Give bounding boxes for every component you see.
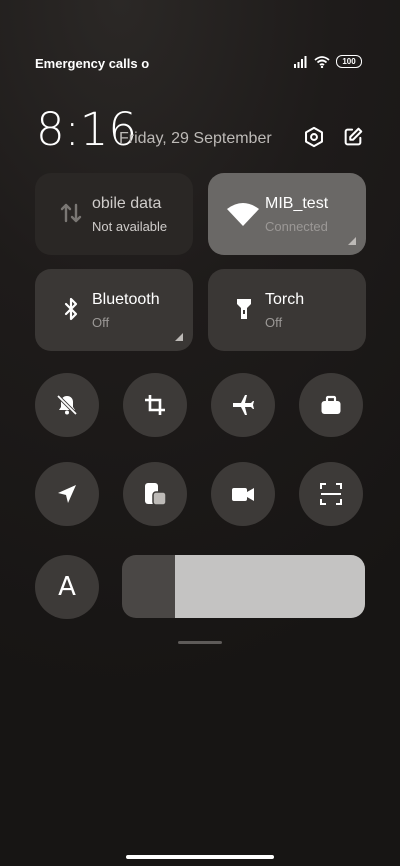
torch-status: Off (265, 315, 283, 330)
edit-icon[interactable] (342, 126, 364, 148)
wifi-expand-indicator[interactable] (348, 237, 356, 245)
bluetooth-icon (64, 297, 78, 321)
bluetooth-tile[interactable]: Bluetooth Off (35, 269, 193, 351)
floating-window-icon (145, 483, 167, 506)
wifi-tile[interactable]: MIB_test Connected (208, 173, 366, 255)
status-icons: 100 (294, 55, 362, 68)
brightness-level-fill[interactable] (175, 555, 365, 618)
carrier-status: Emergency calls o (35, 56, 150, 71)
screenshot-crop-icon (145, 395, 165, 415)
bluetooth-status: Off (92, 315, 110, 330)
torch-tile[interactable]: Torch Off (208, 269, 366, 351)
bluetooth-expand-indicator[interactable] (175, 333, 183, 341)
wifi-icon (227, 203, 259, 226)
scanner-toggle[interactable] (299, 462, 363, 526)
signal-icon (294, 55, 307, 68)
brightness-slider[interactable] (122, 555, 365, 618)
settings-icon[interactable] (303, 126, 325, 148)
location-icon (58, 485, 76, 503)
torch-icon (237, 299, 251, 319)
scanner-icon (320, 483, 342, 505)
wifi-status-icon (314, 55, 330, 68)
status-bar: Emergency calls o 100 (0, 52, 400, 76)
airplane-mode-toggle[interactable] (211, 373, 275, 437)
mobile-data-label: obile data (92, 195, 162, 212)
location-toggle[interactable] (35, 462, 99, 526)
wifi-status: Connected (265, 219, 328, 234)
battery-indicator: 100 (336, 55, 362, 68)
mobile-data-icon (60, 203, 82, 223)
floating-window-toggle[interactable] (123, 462, 187, 526)
screenshot-toggle[interactable] (123, 373, 187, 437)
video-toggle[interactable] (211, 462, 275, 526)
wifi-label: MIB_test (265, 195, 329, 212)
mute-toggle[interactable] (35, 373, 99, 437)
work-bag-icon (321, 395, 341, 414)
airplane-icon (233, 395, 254, 415)
mobile-data-tile[interactable]: obile data Not available (35, 173, 193, 255)
torch-label: Torch (265, 291, 305, 308)
mobile-data-status: Not available (92, 219, 168, 234)
font-size-button[interactable]: A (35, 555, 99, 619)
drag-handle[interactable] (178, 641, 222, 644)
home-indicator[interactable] (126, 855, 274, 859)
work-profile-toggle[interactable] (299, 373, 363, 437)
video-icon (232, 488, 254, 501)
mute-icon (56, 394, 78, 416)
date[interactable]: Friday, 29 September (119, 130, 272, 148)
bluetooth-label: Bluetooth (92, 291, 160, 308)
